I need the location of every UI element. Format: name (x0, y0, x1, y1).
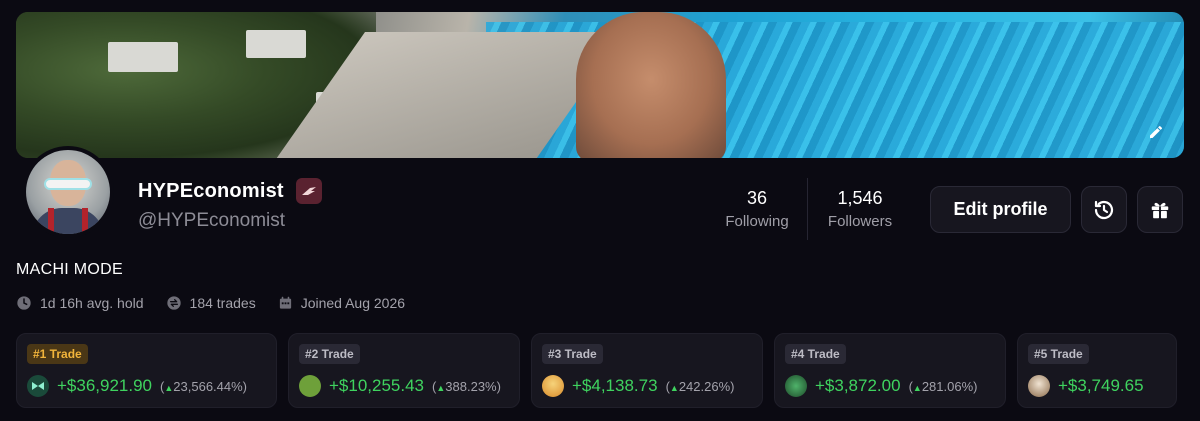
banner-house (246, 30, 306, 58)
avatar-strap (48, 208, 54, 234)
trade-count-text: 184 trades (189, 295, 256, 311)
avatar-glasses (44, 178, 92, 190)
display-name: HYPEconomist (138, 179, 284, 202)
following-count: 36 (746, 188, 768, 208)
clock-icon (17, 296, 31, 310)
trend-up-icon: ▲ (912, 382, 922, 393)
avg-hold-text: 1d 16h avg. hold (40, 295, 144, 311)
calendar-icon (279, 296, 291, 309)
token-icon (27, 375, 49, 397)
banner-edit-button[interactable] (1144, 120, 1168, 144)
trend-up-icon: ▲ (164, 382, 174, 393)
trade-card[interactable]: #2 Trade +$10,255.43 (▲388.23%) (288, 333, 520, 408)
profile-bio: MACHI MODE (16, 261, 123, 278)
token-icon (299, 375, 321, 397)
trade-pnl: +$36,921.90 (57, 376, 153, 395)
trade-pnl: +$3,749.65 (1058, 376, 1144, 395)
followers-stat[interactable]: 1,546 Followers (826, 188, 894, 230)
trade-card[interactable]: #4 Trade +$3,872.00 (▲281.06%) (774, 333, 1006, 408)
top-trades-list: #1 Trade +$36,921.90 (▲23,566.44%) #2 Tr… (16, 333, 1177, 408)
banner-person (576, 12, 726, 158)
avg-hold: 1d 16h avg. hold (16, 295, 144, 311)
trend-up-icon: ▲ (436, 382, 446, 393)
wing-badge-icon (295, 178, 322, 204)
trade-rank: #3 Trade (542, 344, 603, 364)
trade-rank: #1 Trade (27, 344, 88, 364)
avatar-strap (82, 208, 88, 234)
trade-card[interactable]: #3 Trade +$4,138.73 (▲242.26%) (531, 333, 763, 408)
trade-pnl: +$10,255.43 (329, 376, 425, 395)
joined-date-text: Joined Aug 2026 (300, 295, 406, 311)
token-icon (542, 375, 564, 397)
edit-profile-button[interactable]: Edit profile (930, 186, 1071, 233)
trade-card[interactable]: #5 Trade +$3,749.65 (1017, 333, 1177, 408)
trend-up-icon: ▲ (669, 382, 679, 393)
followers-label: Followers (827, 213, 893, 230)
trade-count: 184 trades (166, 295, 256, 311)
trade-pct: (▲242.26%) (665, 378, 735, 394)
profile-banner (16, 12, 1184, 158)
trade-rank: #5 Trade (1028, 344, 1089, 364)
swap-icon (166, 296, 181, 310)
trade-pct: (▲23,566.44%) (160, 378, 248, 394)
trade-pct: (▲281.06%) (908, 378, 978, 394)
history-button[interactable] (1081, 186, 1127, 233)
trade-rank: #4 Trade (785, 344, 846, 364)
avatar-suit (32, 208, 104, 234)
banner-house (108, 42, 178, 72)
token-icon (1028, 375, 1050, 397)
pencil-icon (1150, 125, 1162, 138)
joined-date: Joined Aug 2026 (278, 295, 405, 311)
avatar[interactable] (22, 146, 114, 238)
avatar-image (26, 150, 110, 234)
token-icon (785, 375, 807, 397)
trade-pnl: +$4,138.73 (572, 376, 658, 395)
name-row: HYPEconomist (138, 178, 322, 204)
trade-card[interactable]: #1 Trade +$36,921.90 (▲23,566.44%) (16, 333, 277, 408)
trade-pct: (▲388.23%) (432, 378, 501, 394)
stats-divider (807, 178, 808, 240)
profile-meta: 1d 16h avg. hold 184 trades Joined Aug 2… (16, 295, 405, 311)
history-icon (1094, 200, 1114, 219)
gift-icon (1151, 202, 1169, 218)
gift-button[interactable] (1137, 186, 1183, 233)
trade-pnl: +$3,872.00 (815, 376, 901, 395)
trade-rank: #2 Trade (299, 344, 360, 364)
followers-count: 1,546 (837, 188, 883, 208)
following-stat[interactable]: 36 Following (724, 188, 790, 230)
user-handle: @HYPEconomist (138, 210, 286, 231)
following-label: Following (725, 213, 789, 230)
